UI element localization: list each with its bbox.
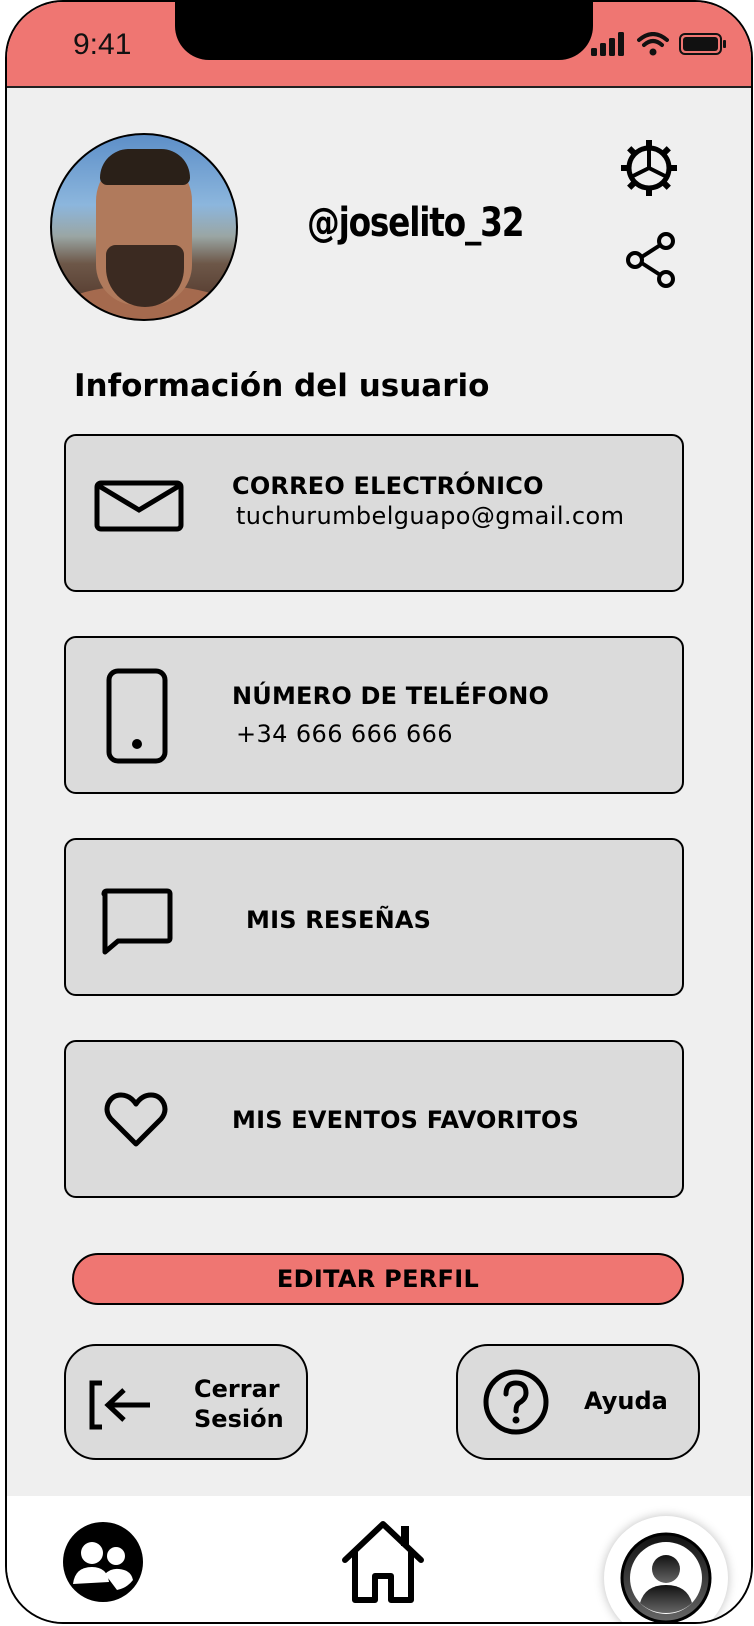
chat-bubble-icon (101, 888, 173, 955)
logout-button[interactable]: Cerrar Sesión (64, 1344, 308, 1460)
battery-icon (679, 33, 726, 55)
settings-button[interactable] (619, 138, 679, 198)
edit-profile-button[interactable]: EDITAR PERFIL (72, 1253, 684, 1305)
favorites-card[interactable]: MIS EVENTOS FAVORITOS (64, 1040, 684, 1198)
reviews-card[interactable]: MIS RESEÑAS (64, 838, 684, 996)
username: @joselito_32 (307, 200, 525, 246)
wifi-icon (637, 32, 669, 56)
logout-label-line1: Cerrar (194, 1375, 280, 1403)
help-label: Ayuda (584, 1387, 668, 1415)
heart-icon (104, 1092, 168, 1147)
smartphone-icon (106, 668, 168, 764)
mail-icon (94, 480, 184, 532)
phone-value: +34 666 666 666 (236, 720, 453, 748)
bottom-nav (7, 1496, 751, 1622)
help-icon (483, 1369, 549, 1435)
phone-title: NÚMERO DE TELÉFONO (232, 682, 550, 710)
help-button[interactable]: Ayuda (456, 1344, 700, 1460)
signal-icon (591, 32, 624, 56)
status-icons (591, 32, 727, 56)
share-icon (626, 232, 675, 288)
community-icon (63, 1522, 143, 1602)
favorites-title: MIS EVENTOS FAVORITOS (232, 1106, 580, 1134)
reviews-title: MIS RESEÑAS (246, 906, 432, 934)
logout-label-line2: Sesión (194, 1405, 284, 1433)
home-icon (342, 1521, 424, 1603)
email-card[interactable]: CORREO ELECTRÓNICO tuchurumbelguapo@gmai… (64, 434, 684, 592)
email-value: tuchurumbelguapo@gmail.com (236, 502, 625, 530)
nav-community[interactable] (61, 1520, 145, 1609)
nav-home[interactable] (337, 1518, 429, 1609)
nav-profile[interactable] (604, 1516, 728, 1622)
status-time: 9:41 (73, 28, 132, 61)
gear-icon (621, 140, 677, 196)
notch (175, 2, 593, 60)
avatar[interactable] (50, 133, 238, 321)
phone-frame: 9:41 @joselito_32 Información del usuari… (5, 0, 753, 1624)
logout-icon (89, 1380, 150, 1430)
section-title: Información del usuario (74, 368, 490, 404)
email-title: CORREO ELECTRÓNICO (232, 472, 544, 500)
share-button[interactable] (622, 230, 680, 290)
status-bar: 9:41 (7, 2, 751, 88)
profile-icon (620, 1532, 712, 1622)
phone-card[interactable]: NÚMERO DE TELÉFONO +34 666 666 666 (64, 636, 684, 794)
